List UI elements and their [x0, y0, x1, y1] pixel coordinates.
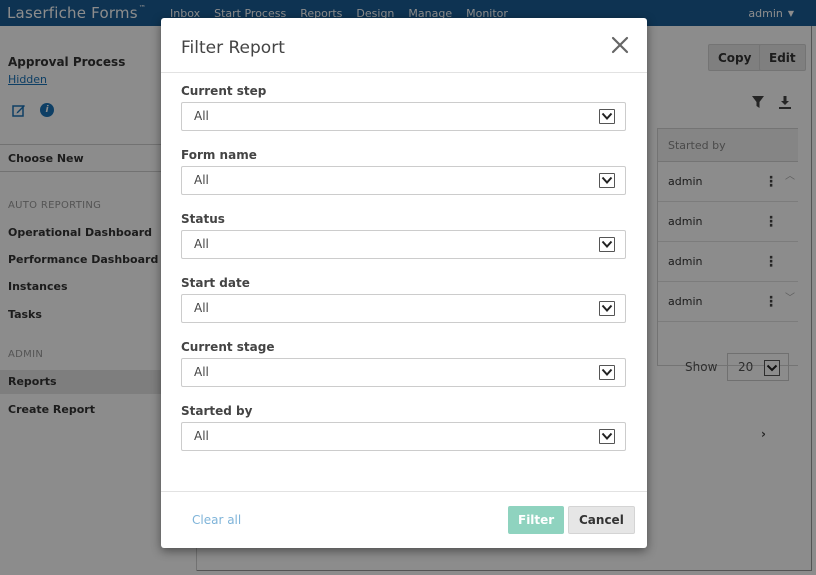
close-icon[interactable]: [611, 36, 629, 54]
start-date-select[interactable]: All: [181, 294, 626, 323]
form-name-label: Form name: [181, 148, 257, 162]
started-by-label: Started by: [181, 404, 253, 418]
status-select[interactable]: All: [181, 230, 626, 259]
status-label: Status: [181, 212, 225, 226]
dialog-footer: Clear all Filter Cancel: [161, 491, 647, 548]
status-value: All: [194, 237, 209, 251]
current-step-label: Current step: [181, 84, 267, 98]
started-by-value: All: [194, 429, 209, 443]
chevron-down-icon: [599, 173, 615, 188]
chevron-down-icon: [599, 365, 615, 380]
dialog-title: Filter Report: [181, 38, 285, 58]
filter-report-dialog: Filter Report Current step All Form name…: [161, 18, 647, 548]
dialog-header: Filter Report: [161, 18, 647, 73]
chevron-down-icon: [599, 429, 615, 444]
form-name-select[interactable]: All: [181, 166, 626, 195]
current-stage-select[interactable]: All: [181, 358, 626, 387]
cancel-button[interactable]: Cancel: [568, 506, 635, 534]
chevron-down-icon: [599, 301, 615, 316]
chevron-down-icon: [599, 109, 615, 124]
chevron-down-icon: [599, 237, 615, 252]
form-name-value: All: [194, 173, 209, 187]
start-date-label: Start date: [181, 276, 250, 290]
start-date-value: All: [194, 301, 209, 315]
current-step-select[interactable]: All: [181, 102, 626, 131]
clear-all-link[interactable]: Clear all: [192, 513, 241, 527]
current-step-value: All: [194, 109, 209, 123]
started-by-select[interactable]: All: [181, 422, 626, 451]
filter-button[interactable]: Filter: [508, 506, 565, 534]
dialog-body: Current step All Form name All Status Al…: [161, 73, 647, 491]
current-stage-value: All: [194, 365, 209, 379]
current-stage-label: Current stage: [181, 340, 275, 354]
